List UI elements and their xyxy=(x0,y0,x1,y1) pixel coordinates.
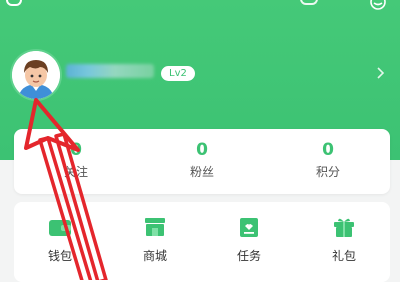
menu-item-label: 任务 xyxy=(236,249,261,263)
menu-item-wallet[interactable]: 钱包 xyxy=(25,216,95,264)
menu-card: 钱包 商城 任务 礼包 xyxy=(14,202,390,282)
menu-item-label: 钱包 xyxy=(47,249,72,263)
menu-item-gift[interactable]: 礼包 xyxy=(309,216,379,264)
stat-label: 积分 xyxy=(315,165,340,179)
stat-label: 关注 xyxy=(63,165,88,179)
task-icon xyxy=(240,218,258,237)
message-icon[interactable] xyxy=(368,0,388,14)
username-blurred xyxy=(66,64,154,78)
stat-points[interactable]: 0 积分 xyxy=(288,139,368,180)
partial-icon-left xyxy=(6,0,22,6)
stat-following[interactable]: 0 关注 xyxy=(36,139,116,180)
chevron-right-icon[interactable] xyxy=(374,67,386,79)
stat-label: 粉丝 xyxy=(189,165,214,179)
menu-item-label: 礼包 xyxy=(331,249,356,263)
menu-item-tasks[interactable]: 任务 xyxy=(214,216,284,264)
avatar[interactable] xyxy=(12,51,60,99)
stats-card: 0 关注 0 粉丝 0 积分 xyxy=(14,129,390,194)
menu-item-label: 商城 xyxy=(142,249,167,263)
stat-value: 0 xyxy=(70,140,82,160)
gift-icon xyxy=(334,218,354,237)
partial-icon-center xyxy=(300,0,318,5)
level-badge: Lv2 xyxy=(161,66,195,81)
stat-fans[interactable]: 0 粉丝 xyxy=(162,139,242,180)
avatar-cartoon-icon xyxy=(12,51,60,99)
stat-value: 0 xyxy=(322,140,334,160)
stat-value: 0 xyxy=(196,140,208,160)
store-icon xyxy=(145,218,165,236)
top-edge-icons xyxy=(0,0,400,8)
menu-item-store[interactable]: 商城 xyxy=(120,216,190,264)
wallet-icon xyxy=(49,220,71,236)
